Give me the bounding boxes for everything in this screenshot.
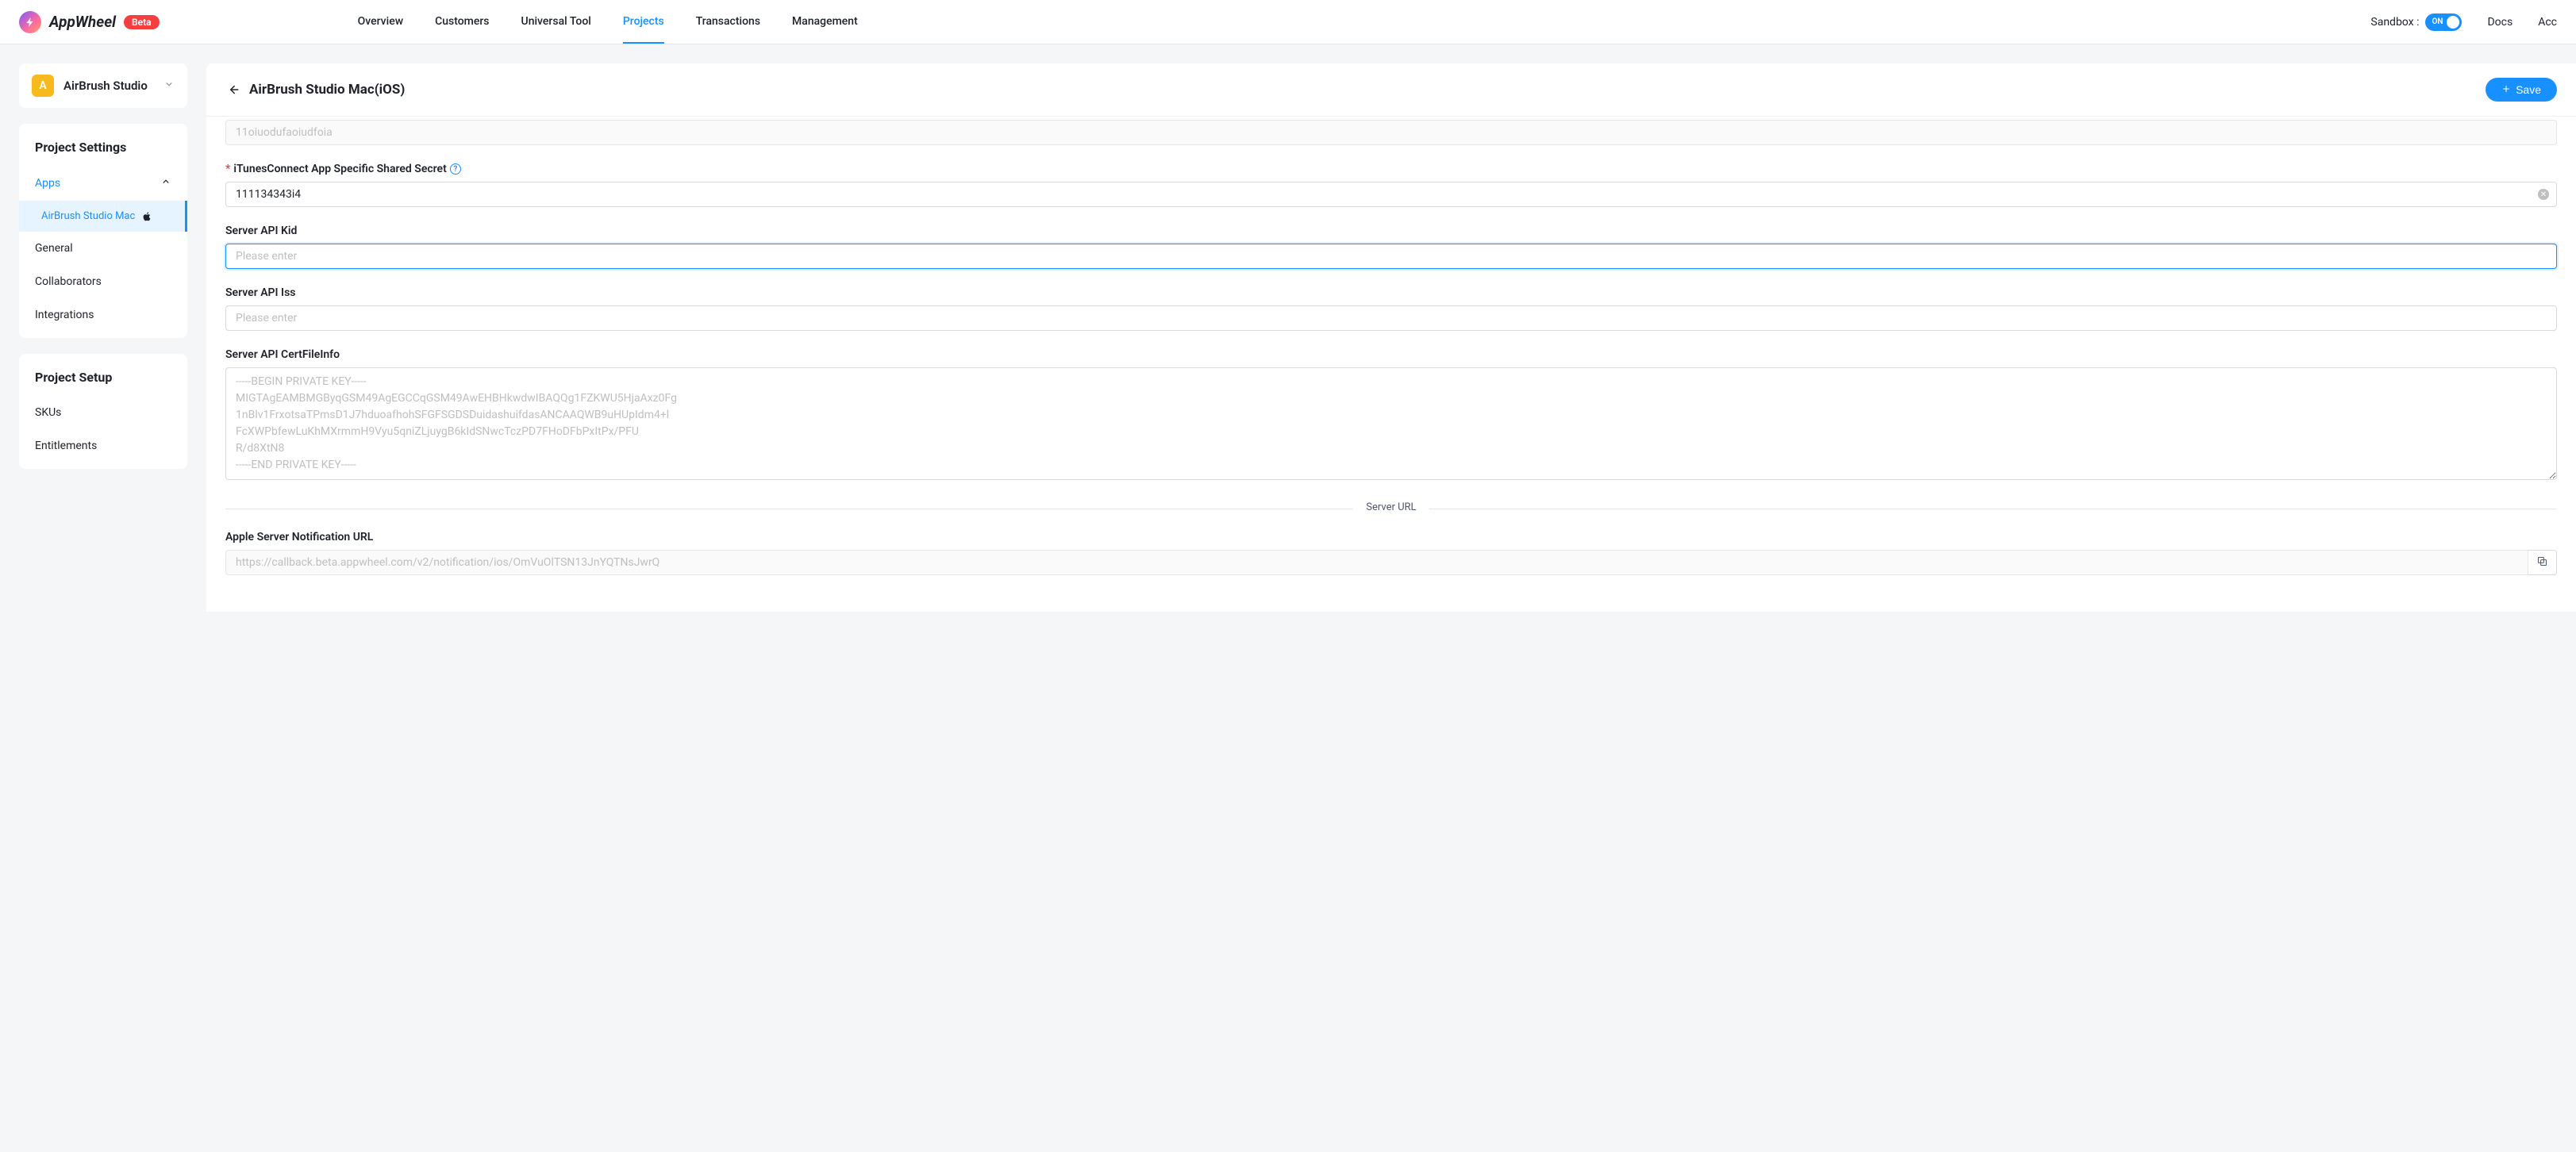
chevron-up-icon: [160, 176, 171, 190]
notification-url-input[interactable]: [225, 550, 2528, 575]
required-star: *: [225, 163, 230, 175]
nav-customers[interactable]: Customers: [435, 1, 489, 44]
copy-icon: [2536, 555, 2548, 570]
sidebar-app-label: AirBrush Studio Mac: [41, 210, 135, 222]
notification-url-copy-row: [225, 550, 2557, 575]
main: AirBrush Studio Mac(iOS) Save *: [206, 44, 2576, 631]
sidebar-item-integrations[interactable]: Integrations: [19, 298, 187, 332]
api-iss-input[interactable]: [225, 305, 2557, 331]
sidebar-item-entitlements[interactable]: Entitlements: [19, 429, 187, 463]
project-settings-card: Project Settings Apps AirBrush Studio Ma…: [19, 124, 187, 338]
shared-secret-input[interactable]: [225, 182, 2557, 207]
brand: AppWheel Beta: [19, 11, 160, 33]
nav-projects[interactable]: Projects: [623, 1, 664, 44]
sidebar-item-skus[interactable]: SKUs: [19, 396, 187, 429]
api-iss-label: Server API Iss: [225, 286, 2557, 299]
apple-icon: [141, 211, 152, 222]
top-nav: Overview Customers Universal Tool Projec…: [358, 1, 858, 44]
page-card: AirBrush Studio Mac(iOS) Save *: [206, 63, 2576, 612]
project-settings-title: Project Settings: [19, 124, 187, 166]
clear-icon[interactable]: ✕: [2538, 189, 2549, 200]
header-right: Sandbox : ON Docs Acc: [2370, 13, 2557, 31]
docs-link[interactable]: Docs: [2487, 16, 2513, 29]
api-kid-label: Server API Kid: [225, 225, 2557, 237]
brand-logo-icon: [19, 11, 41, 33]
form-row-shared-secret: * iTunesConnect App Specific Shared Secr…: [206, 163, 2576, 207]
page-header: AirBrush Studio Mac(iOS) Save: [206, 63, 2576, 117]
project-avatar: A: [32, 75, 54, 97]
app-header: AppWheel Beta Overview Customers Univers…: [0, 0, 2576, 44]
sidebar-item-collaborators[interactable]: Collaborators: [19, 265, 187, 298]
nav-management[interactable]: Management: [792, 1, 858, 44]
chevron-down-icon: [163, 79, 175, 93]
copy-button[interactable]: [2528, 550, 2557, 575]
save-button[interactable]: Save: [2486, 78, 2557, 102]
nav-transactions[interactable]: Transactions: [696, 1, 760, 44]
sandbox-label: Sandbox :: [2370, 16, 2419, 29]
api-kid-input[interactable]: [225, 244, 2557, 269]
notification-url-label: Apple Server Notification URL: [225, 531, 2557, 543]
server-url-divider-label: Server URL: [1353, 501, 1428, 513]
cert-label: Server API CertFileInfo: [225, 348, 2557, 361]
brand-name: AppWheel: [49, 13, 116, 31]
sandbox-toggle-state: ON: [2432, 17, 2443, 26]
sandbox-toggle[interactable]: ON: [2425, 13, 2462, 31]
sidebar-app-airbrush-mac[interactable]: AirBrush Studio Mac: [19, 201, 187, 232]
project-setup-card: Project Setup SKUs Entitlements: [19, 354, 187, 469]
sandbox-toggle-wrap: Sandbox : ON: [2370, 13, 2462, 31]
sidebar-group-apps[interactable]: Apps: [19, 166, 187, 201]
prev-field-input[interactable]: [225, 120, 2557, 145]
cert-textarea[interactable]: [225, 367, 2557, 480]
project-selector[interactable]: A AirBrush Studio: [19, 63, 187, 108]
save-button-label: Save: [2516, 83, 2541, 96]
sidebar: A AirBrush Studio Project Settings Apps …: [0, 44, 206, 631]
project-setup-title: Project Setup: [19, 354, 187, 396]
shared-secret-label-wrap: * iTunesConnect App Specific Shared Secr…: [225, 163, 2557, 175]
sidebar-apps-label: Apps: [35, 177, 60, 190]
back-icon[interactable]: [225, 83, 240, 97]
plus-icon: [2501, 83, 2511, 96]
shared-secret-input-wrap: ✕: [225, 182, 2557, 207]
form-row-api-iss: Server API Iss: [206, 286, 2576, 331]
help-icon[interactable]: ?: [450, 163, 461, 175]
form-row-notification-url: Apple Server Notification URL: [206, 531, 2576, 575]
form-row-api-kid: Server API Kid: [206, 225, 2576, 269]
nav-universal-tool[interactable]: Universal Tool: [521, 1, 591, 44]
account-link[interactable]: Acc: [2538, 16, 2557, 29]
form-row-prev: [206, 120, 2576, 145]
form-row-cert: Server API CertFileInfo: [206, 348, 2576, 483]
beta-badge: Beta: [124, 15, 160, 29]
form-body: * iTunesConnect App Specific Shared Secr…: [206, 117, 2576, 612]
shared-secret-label: iTunesConnect App Specific Shared Secret: [233, 163, 446, 175]
sidebar-item-general[interactable]: General: [19, 232, 187, 265]
server-url-divider: Server URL: [225, 501, 2557, 516]
toggle-knob: [2447, 16, 2459, 29]
nav-overview[interactable]: Overview: [358, 1, 403, 44]
page-title: AirBrush Studio Mac(iOS): [249, 82, 2476, 98]
project-selector-name: AirBrush Studio: [63, 79, 154, 93]
